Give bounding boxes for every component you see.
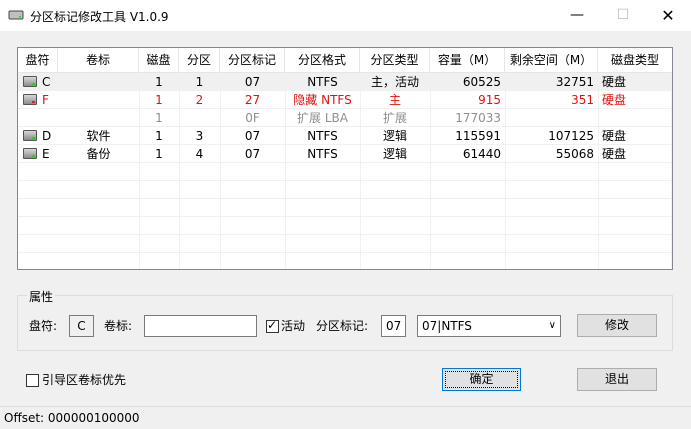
hard-drive-icon bbox=[23, 148, 37, 159]
column-header-disk[interactable]: 磁盘 bbox=[139, 48, 179, 72]
active-checkbox[interactable] bbox=[266, 318, 279, 333]
cell-label: 软件 bbox=[86, 129, 111, 143]
partition-mark-input[interactable]: 07 bbox=[381, 315, 406, 337]
cell-size: 915 bbox=[478, 93, 501, 107]
drive-letter-field[interactable]: C bbox=[69, 315, 94, 337]
cell-partition: 4 bbox=[195, 147, 204, 161]
cell-format: NTFS bbox=[307, 129, 338, 143]
empty-row bbox=[18, 217, 672, 235]
column-header-disk-type[interactable]: 磁盘类型 bbox=[598, 48, 672, 72]
cell-disk: 1 bbox=[155, 147, 163, 161]
cell-type: 逻辑 bbox=[382, 147, 407, 161]
ok-button[interactable]: 确定 bbox=[442, 368, 521, 391]
cell-mark: 07 bbox=[244, 147, 261, 161]
cell-disk-type: 硬盘 bbox=[602, 75, 627, 89]
cell-partition: 2 bbox=[195, 93, 204, 107]
volume-label-input[interactable] bbox=[144, 315, 257, 337]
cell-type: 扩展 bbox=[382, 111, 407, 125]
boot-priority-label: 引导区卷标优先 bbox=[42, 373, 127, 387]
cell-size: 115591 bbox=[455, 129, 501, 143]
cell-format: NTFS bbox=[307, 75, 338, 89]
cell-mark: 07 bbox=[244, 75, 261, 89]
volume-label-label: 卷标: bbox=[104, 319, 133, 333]
cell-drive: F bbox=[42, 93, 49, 107]
cell-label bbox=[58, 91, 139, 109]
cell-mark: 07 bbox=[244, 129, 261, 143]
boot-priority-checkbox[interactable] bbox=[26, 374, 39, 387]
minimize-button[interactable]: — bbox=[554, 0, 600, 31]
column-header-drive[interactable]: 盘符 bbox=[18, 48, 58, 72]
table-row[interactable]: F 1 2 27 隐藏 NTFS 主 915 351 硬盘 bbox=[18, 91, 672, 109]
hard-drive-icon bbox=[23, 94, 37, 105]
column-header-type[interactable]: 分区类型 bbox=[360, 48, 430, 72]
cell-label: 备份 bbox=[86, 147, 111, 161]
cell-disk-type: 硬盘 bbox=[602, 147, 627, 161]
filesystem-select[interactable]: 07|NTFS ∨ bbox=[417, 315, 561, 337]
status-bar: Offset: 000000100000 bbox=[0, 406, 691, 428]
cell-free: 32751 bbox=[555, 75, 594, 89]
cell-mark: 27 bbox=[244, 93, 261, 107]
empty-row bbox=[18, 181, 672, 199]
cell-format: 扩展 LBA bbox=[297, 111, 348, 125]
column-header-size[interactable]: 容量（M） bbox=[430, 48, 505, 72]
column-header-partition[interactable]: 分区 bbox=[179, 48, 220, 72]
cell-format: 隐藏 NTFS bbox=[293, 93, 352, 107]
filesystem-select-value: 07|NTFS bbox=[422, 319, 472, 333]
cell-format: NTFS bbox=[307, 147, 338, 161]
cell-drive: D bbox=[42, 129, 52, 143]
cell-disk: 1 bbox=[155, 111, 163, 125]
drive-letter-label: 盘符: bbox=[29, 319, 58, 333]
partition-list[interactable]: 盘符 卷标 磁盘 分区 分区标记 分区格式 分区类型 容量（M） 剩余空间（M）… bbox=[17, 47, 673, 270]
maximize-button[interactable]: ☐ bbox=[600, 0, 646, 31]
cell-free: 351 bbox=[571, 93, 594, 107]
empty-row bbox=[18, 199, 672, 217]
empty-row bbox=[18, 235, 672, 253]
hard-drive-icon bbox=[23, 130, 37, 141]
table-row[interactable]: E 备份 1 4 07 NTFS 逻辑 61440 55068 硬盘 bbox=[18, 145, 672, 163]
column-header-format[interactable]: 分区格式 bbox=[285, 48, 360, 72]
cell-disk-type: 硬盘 bbox=[602, 93, 627, 107]
hard-drive-icon bbox=[23, 76, 37, 87]
column-header-free[interactable]: 剩余空间（M） bbox=[505, 48, 598, 72]
chevron-down-icon: ∨ bbox=[548, 320, 556, 331]
table-row[interactable]: 1 0F 扩展 LBA 扩展 177033 bbox=[18, 109, 672, 127]
cell-disk: 1 bbox=[155, 129, 163, 143]
app-drive-icon bbox=[8, 8, 24, 22]
title-bar: 分区标记修改工具 V1.0.9 — ☐ ✕ bbox=[0, 0, 691, 31]
empty-row bbox=[18, 253, 672, 269]
cell-size: 177033 bbox=[455, 111, 501, 125]
column-header-label[interactable]: 卷标 bbox=[58, 48, 139, 72]
cell-type: 逻辑 bbox=[382, 129, 407, 143]
cell-disk: 1 bbox=[155, 93, 163, 107]
cell-disk-type: 硬盘 bbox=[602, 129, 627, 143]
cell-type: 主 bbox=[388, 93, 401, 107]
exit-button[interactable]: 退出 bbox=[577, 368, 657, 391]
cell-partition: 3 bbox=[195, 129, 204, 143]
cell-size: 60525 bbox=[462, 75, 501, 89]
cell-drive: C bbox=[42, 75, 51, 89]
cell-free: 107125 bbox=[548, 129, 594, 143]
cell-drive: E bbox=[42, 147, 50, 161]
cell-mark: 0F bbox=[245, 111, 260, 125]
properties-group-label: 属性 bbox=[27, 288, 56, 305]
list-header: 盘符 卷标 磁盘 分区 分区标记 分区格式 分区类型 容量（M） 剩余空间（M）… bbox=[18, 48, 672, 73]
table-row[interactable]: D 软件 1 3 07 NTFS 逻辑 115591 107125 硬盘 bbox=[18, 127, 672, 145]
cell-type: 主，活动 bbox=[370, 75, 419, 89]
empty-row bbox=[18, 163, 672, 181]
column-header-mark[interactable]: 分区标记 bbox=[220, 48, 285, 72]
table-row[interactable]: C 1 1 07 NTFS 主，活动 60525 32751 硬盘 bbox=[18, 73, 672, 91]
cell-partition: 1 bbox=[195, 75, 204, 89]
partition-mark-label: 分区标记: bbox=[316, 319, 369, 333]
cell-label bbox=[58, 73, 139, 91]
cell-free: 55068 bbox=[555, 147, 594, 161]
window-title: 分区标记修改工具 V1.0.9 bbox=[30, 10, 169, 24]
cell-size: 61440 bbox=[462, 147, 501, 161]
active-checkbox-label: 活动 bbox=[281, 319, 306, 333]
cell-disk: 1 bbox=[155, 75, 163, 89]
status-offset-text: Offset: 000000100000 bbox=[4, 411, 140, 425]
close-button[interactable]: ✕ bbox=[645, 0, 691, 31]
modify-button[interactable]: 修改 bbox=[577, 314, 657, 337]
